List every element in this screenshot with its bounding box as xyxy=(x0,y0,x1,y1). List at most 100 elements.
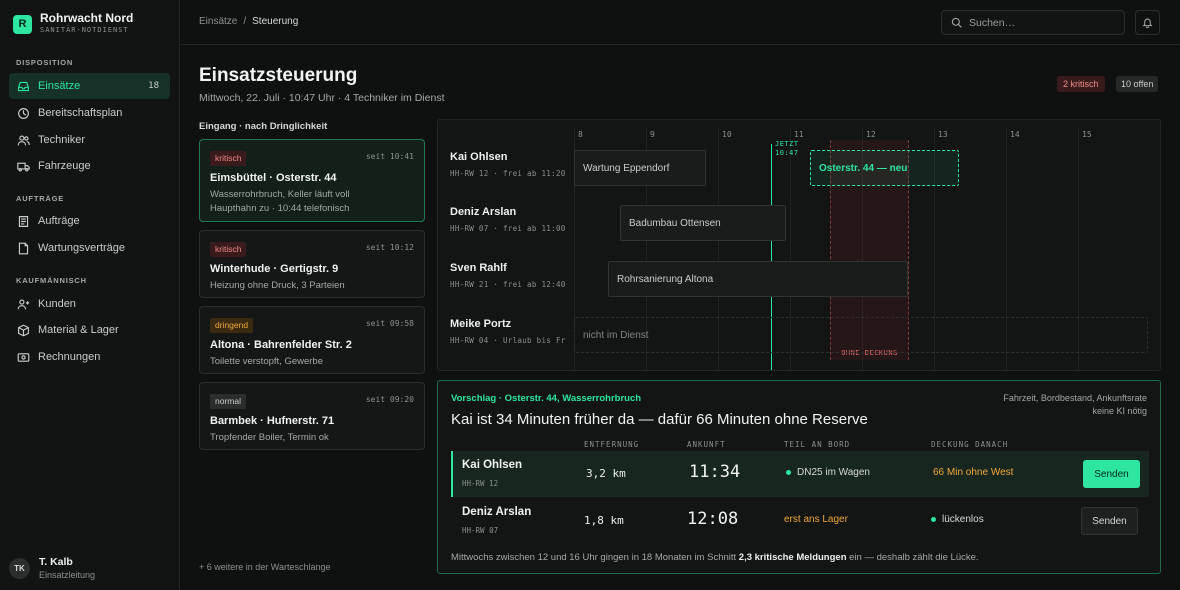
hour-label: 10 xyxy=(722,130,732,139)
sidebar-item-label: Kunden xyxy=(38,298,76,310)
candidate-eta: 11:34 xyxy=(689,462,741,482)
breadcrumb-current: Steuerung xyxy=(252,16,299,27)
sidebar-item-label: Einsätze xyxy=(38,80,81,92)
now-label-title: JETZT xyxy=(775,140,799,148)
queue-card[interactable]: dringend seit 09:58 Altona · Bahrenfelde… xyxy=(199,306,425,374)
card-description: Wasserrohrbruch, Keller läuft voll xyxy=(210,189,350,200)
priority-tag: dringend xyxy=(210,318,254,333)
candidate-part: erst ans Lager xyxy=(784,514,848,525)
sidebar-item-fahrzeuge[interactable]: Fahrzeuge xyxy=(9,153,170,179)
hour-label: 8 xyxy=(578,130,583,139)
search-input[interactable] xyxy=(969,16,1109,29)
open-badge[interactable]: 10 offen xyxy=(1116,76,1159,92)
card-description: Tropfender Boiler, Termin ok xyxy=(210,432,329,443)
proposal-note: Fahrzeit, Bordbestand, Ankunftsrate kein… xyxy=(1003,392,1147,418)
schedule-block[interactable]: Badumbau Ottensen xyxy=(620,205,786,241)
sidebar-item-material-lager[interactable]: Material & Lager xyxy=(9,317,170,343)
new-assignment-block[interactable]: Osterstr. 44 — neu xyxy=(810,150,959,186)
candidate-row[interactable]: Deniz Arslan HH-RW 07 1,8 km 12:08 erst … xyxy=(453,498,1151,544)
page-subtitle: Mittwoch, 22. Juli · 10:47 Uhr · 4 Techn… xyxy=(199,92,445,104)
priority-tag: kritisch xyxy=(210,242,247,257)
candidate-name: Kai Ohlsen xyxy=(462,459,523,471)
queue-card[interactable]: normal seit 09:20 Barmbek · Hufnerstr. 7… xyxy=(199,382,425,450)
card-time: seit 10:41 xyxy=(365,152,414,161)
invoice-icon xyxy=(17,352,30,362)
proposal-note-line: Fahrzeit, Bordbestand, Ankunftsrate xyxy=(1003,393,1147,403)
breadcrumb-separator: / xyxy=(243,16,247,27)
sidebar-item-label: Bereitschaftsplan xyxy=(38,107,123,119)
sidebar-item-label: Material & Lager xyxy=(38,324,119,336)
candidate-part-text: DN25 im Wagen xyxy=(797,467,870,478)
column-header-part: TEIL AN BORD xyxy=(784,440,851,449)
sidebar-item-auftraege[interactable]: Aufträge xyxy=(9,208,170,234)
einsaetze-count: 18 xyxy=(148,81,159,91)
send-button-deniz[interactable]: Senden xyxy=(1081,507,1138,535)
section-label-disposition: DISPOSITION xyxy=(16,58,74,67)
sidebar-item-label: Aufträge xyxy=(38,215,80,227)
breadcrumb-einsaetze[interactable]: Einsätze xyxy=(199,16,237,27)
candidate-coverage-text: lückenlos xyxy=(942,514,984,525)
technician-meta: HH-RW 07 · frei ab 11:00 xyxy=(450,224,566,233)
section-label-auftraege: AUFTRÄGE xyxy=(16,194,65,203)
candidate-plate: HH-RW 07 xyxy=(462,526,499,535)
sidebar-item-einsaetze[interactable]: Einsätze 18 xyxy=(9,73,170,99)
search-icon xyxy=(951,17,962,28)
now-label-time: 10:47 xyxy=(775,149,799,157)
schedule-block[interactable]: Wartung Eppendorf xyxy=(574,150,706,186)
proposal-panel: Vorschlag · Osterstr. 44, Wasserrohrbruc… xyxy=(437,380,1161,574)
proposal-note-line: keine KI nötig xyxy=(1092,406,1147,416)
card-title: Altona · Bahrenfelder Str. 2 xyxy=(210,339,352,351)
candidate-part: DN25 im Wagen xyxy=(786,467,870,478)
card-description: Toilette verstopft, Gewerbe xyxy=(210,356,323,367)
sidebar-item-rechnungen[interactable]: Rechnungen xyxy=(9,344,170,370)
candidate-distance: 1,8 km xyxy=(584,514,624,527)
technician-name[interactable]: Deniz Arslan xyxy=(450,206,516,218)
technician-meta: HH-RW 21 · frei ab 12:40 xyxy=(450,280,566,289)
hour-label: 13 xyxy=(938,130,948,139)
brand-name: Rohrwacht Nord xyxy=(40,11,134,25)
card-time: seit 09:20 xyxy=(365,395,414,404)
proposal-title: Kai ist 34 Minuten früher da — dafür 66 … xyxy=(451,411,868,428)
column-header-coverage: DECKUNG DANACH xyxy=(931,440,1009,449)
proposal-footer-text: ein — deshalb zählt die Lücke. xyxy=(846,552,979,563)
box-icon xyxy=(18,324,29,336)
brand-subtitle: SANITÄR-NOTDIENST xyxy=(40,26,129,34)
notifications-button[interactable] xyxy=(1135,10,1160,35)
candidate-name: Deniz Arslan xyxy=(462,506,532,518)
sidebar-item-techniker[interactable]: Techniker xyxy=(9,127,170,153)
sidebar: R Rohrwacht Nord SANITÄR-NOTDIENST DISPO… xyxy=(0,0,180,590)
candidate-plate: HH-RW 12 xyxy=(462,479,499,488)
queue-more-link[interactable]: + 6 weitere in der Warteschlange xyxy=(199,562,330,572)
schedule-block[interactable]: Rohrsanierung Altona xyxy=(608,261,908,297)
sidebar-item-kunden[interactable]: Kunden xyxy=(9,291,170,317)
user-role: Einsatzleitung xyxy=(39,570,96,580)
avatar: TK xyxy=(9,558,30,579)
card-description: Heizung ohne Druck, 3 Parteien xyxy=(210,280,345,291)
hour-label: 14 xyxy=(1010,130,1020,139)
technician-meta: HH-RW 12 · frei ab 11:20 xyxy=(450,169,566,178)
status-dot xyxy=(931,516,936,522)
sidebar-item-wartungsvertraege[interactable]: Wartungsverträge xyxy=(9,235,170,261)
search-box[interactable] xyxy=(941,10,1125,35)
clock-icon xyxy=(18,107,29,119)
critical-badge[interactable]: 2 kritisch xyxy=(1057,76,1105,92)
hour-label: 9 xyxy=(650,130,655,139)
candidate-row[interactable]: Kai Ohlsen HH-RW 12 3,2 km 11:34 DN25 im… xyxy=(451,451,1149,497)
status-dot xyxy=(786,469,791,475)
brand[interactable]: R Rohrwacht Nord SANITÄR-NOTDIENST xyxy=(13,12,133,36)
send-button-kai[interactable]: Senden xyxy=(1083,460,1140,488)
user-profile[interactable]: TK T. Kalb Einsatzleitung xyxy=(9,556,95,581)
technician-name[interactable]: Sven Rahlf xyxy=(450,262,507,274)
sidebar-item-bereitschaftsplan[interactable]: Bereitschaftsplan xyxy=(9,100,170,126)
sidebar-item-label: Techniker xyxy=(38,134,86,146)
card-time: seit 09:58 xyxy=(365,319,414,328)
document-icon xyxy=(18,215,29,227)
queue-card[interactable]: kritisch seit 10:41 Eimsbüttel · Osterst… xyxy=(199,139,425,222)
card-title: Eimsbüttel · Osterstr. 44 xyxy=(210,172,337,184)
card-title: Barmbek · Hufnerstr. 71 xyxy=(210,415,335,427)
queue-card[interactable]: kritisch seit 10:12 Winterhude · Gertigs… xyxy=(199,230,425,298)
technician-name[interactable]: Meike Portz xyxy=(450,318,511,330)
hour-label: 12 xyxy=(866,130,876,139)
bell-icon xyxy=(1142,18,1153,28)
technician-name[interactable]: Kai Ohlsen xyxy=(450,151,507,163)
